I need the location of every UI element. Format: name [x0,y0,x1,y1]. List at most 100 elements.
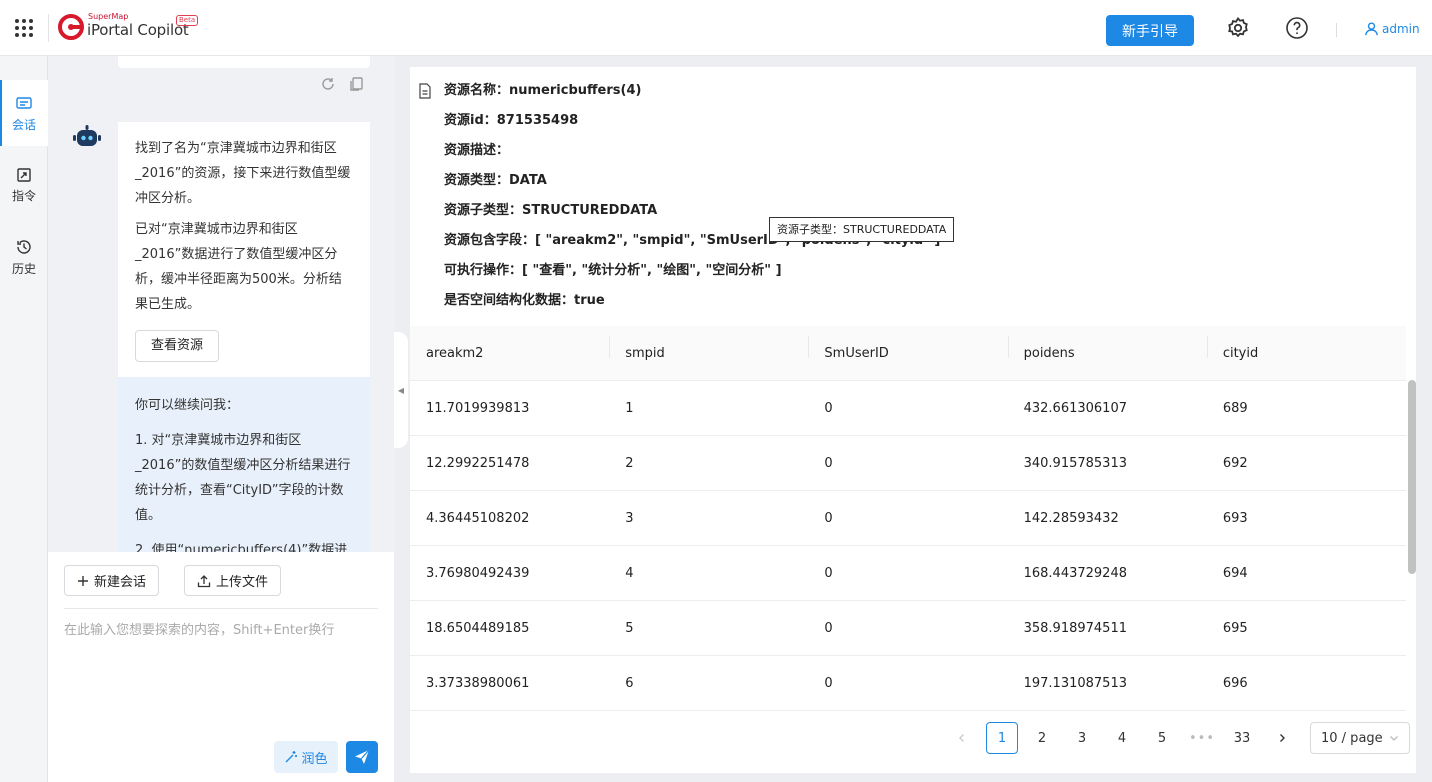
divider [1336,23,1337,37]
divider [64,608,378,609]
column-header[interactable]: poidens [1007,335,1207,361]
chevron-left-icon [959,734,964,742]
regenerate-icon[interactable] [320,76,336,92]
resource-spatial-flag: 是否空间结构化数据：true [444,293,605,308]
user-menu[interactable]: admin [1364,21,1420,36]
table-cell: 0 [824,455,833,471]
app-title: iPortal Copilot [87,21,189,39]
magic-wand-icon [286,751,298,763]
help-icon[interactable] [1285,16,1309,40]
upload-file-button[interactable]: 上传文件 [184,565,282,596]
command-icon [17,167,31,182]
button-label: 新建会话 [94,575,147,590]
chevron-right-icon [1280,734,1285,742]
table-cell: 696 [1222,675,1248,691]
resource-type: 资源类型：DATA [444,173,547,188]
sidebar-item-command[interactable]: 指令 [0,152,48,218]
resource-info: 资源名称：numericbuffers(4) 资源id：871535498 资源… [418,77,940,317]
column-header[interactable]: areakm2 [410,346,609,361]
suggestion-item[interactable]: 2. 使用“numericbuffers(4)”数据进行 [135,538,354,552]
view-resource-button[interactable]: 查看资源 [135,330,220,362]
document-icon [419,83,431,99]
column-header[interactable]: smpid [609,335,808,361]
suggestion-item[interactable]: 1. 对“京津冀城市边界和街区_2016”的数值型缓冲区分析结果进行统计分析，查… [135,428,354,528]
copy-icon[interactable] [348,76,364,92]
next-page-button[interactable] [1266,722,1298,754]
table-row: 18.6504489185 5 0 358.918974511 695 [410,601,1406,656]
supermap-logo-icon [58,14,84,40]
resource-operations: 可执行操作：[ "查看", "统计分析", "绘图", "空间分析" ] [444,263,782,278]
table-cell: 3.76980492439 [426,565,530,581]
caret-left-icon: ◀ [397,385,405,395]
polish-button[interactable]: 润色 [274,741,338,773]
table-row: 3.76980492439 4 0 168.443729248 694 [410,546,1406,601]
app-grid-icon[interactable] [15,19,33,37]
upload-icon [197,574,211,587]
chat-panel: 找到了名为“京津冀城市边界和街区_2016”的资源，接下来进行数值型缓冲区分析。… [48,56,394,552]
sidebar-item-label: 历史 [11,261,36,276]
table-cell: 0 [824,510,833,526]
table-cell: 168.443729248 [1023,565,1127,581]
beta-badge: Beta [176,15,199,26]
table-row: 3.37338980061 6 0 197.131087513 696 [410,656,1406,711]
table-cell: 18.6504489185 [426,620,530,636]
message-actions [320,76,364,92]
sidebar: 会话 指令 历史 [0,56,48,782]
table-cell: 689 [1222,400,1248,416]
page-button-4[interactable]: 4 [1106,722,1138,754]
page-size-select[interactable]: 10 / page [1310,722,1410,754]
page-button-5[interactable]: 5 [1146,722,1178,754]
page-button-1[interactable]: 1 [986,722,1018,754]
page-button-2[interactable]: 2 [1026,722,1058,754]
table-cell: 0 [824,565,833,581]
table-cell: 0 [824,620,833,636]
table-row: 4.36445108202 3 0 142.28593432 693 [410,491,1406,546]
bot-message: 找到了名为“京津冀城市边界和街区_2016”的资源，接下来进行数值型缓冲区分析。… [118,122,370,377]
chevron-down-icon [1390,736,1398,741]
send-icon [355,749,370,764]
plus-icon [78,575,88,586]
page-size-value: 10 / page [1321,730,1383,746]
table-cell: 142.28593432 [1023,510,1119,526]
table-row: 11.7019939813 1 0 432.661306107 689 [410,381,1406,436]
bot-avatar-icon [73,125,101,146]
button-label: 上传文件 [216,575,269,590]
message-input[interactable]: 在此输入您想要探索的内容，Shift+Enter换行 [64,619,334,638]
page-button-last[interactable]: 33 [1226,722,1258,754]
sidebar-item-label: 会话 [11,117,36,132]
table-cell: 0 [824,675,833,691]
data-table: areakm2 smpid SmUserID poidens cityid 11… [410,326,1406,711]
table-cell: 3 [625,510,634,526]
previous-message [118,56,370,68]
table-cell: 1 [625,400,634,416]
table-cell: 695 [1222,620,1248,636]
user-icon [1365,22,1378,36]
table-scrollbar[interactable] [1408,380,1416,574]
column-header[interactable]: SmUserID [808,335,1007,361]
history-icon [17,239,31,254]
button-label: 润色 [301,751,328,767]
prev-page-button[interactable] [946,722,978,754]
table-cell: 12.2992251478 [426,455,530,471]
tooltip: 资源子类型：STRUCTUREDDATA [769,217,955,242]
collapse-panel-handle[interactable]: ◀ [394,332,408,448]
table-cell: 197.131087513 [1023,675,1127,691]
table-cell: 4 [625,565,634,581]
table-cell: 2 [625,455,634,471]
column-header[interactable]: cityid [1206,335,1406,361]
resource-id: 资源id：871535498 [444,113,579,128]
sidebar-item-chat[interactable]: 会话 [0,80,48,146]
table-cell: 692 [1222,455,1248,471]
settings-gear-icon[interactable] [1226,16,1250,40]
table-cell: 6 [625,675,634,691]
table-cell: 3.37338980061 [426,675,530,691]
page-button-3[interactable]: 3 [1066,722,1098,754]
beginner-guide-button[interactable]: 新手引导 [1106,15,1194,46]
table-cell: 432.661306107 [1023,400,1127,416]
sidebar-item-history[interactable]: 历史 [0,224,48,290]
send-button[interactable] [346,741,378,773]
page-ellipsis[interactable]: ••• [1186,722,1218,754]
new-chat-button[interactable]: 新建会话 [64,565,160,596]
input-area: 新建会话 上传文件 在此输入您想要探索的内容，Shift+Enter换行 润色 [48,552,394,782]
table-cell: 5 [625,620,634,636]
